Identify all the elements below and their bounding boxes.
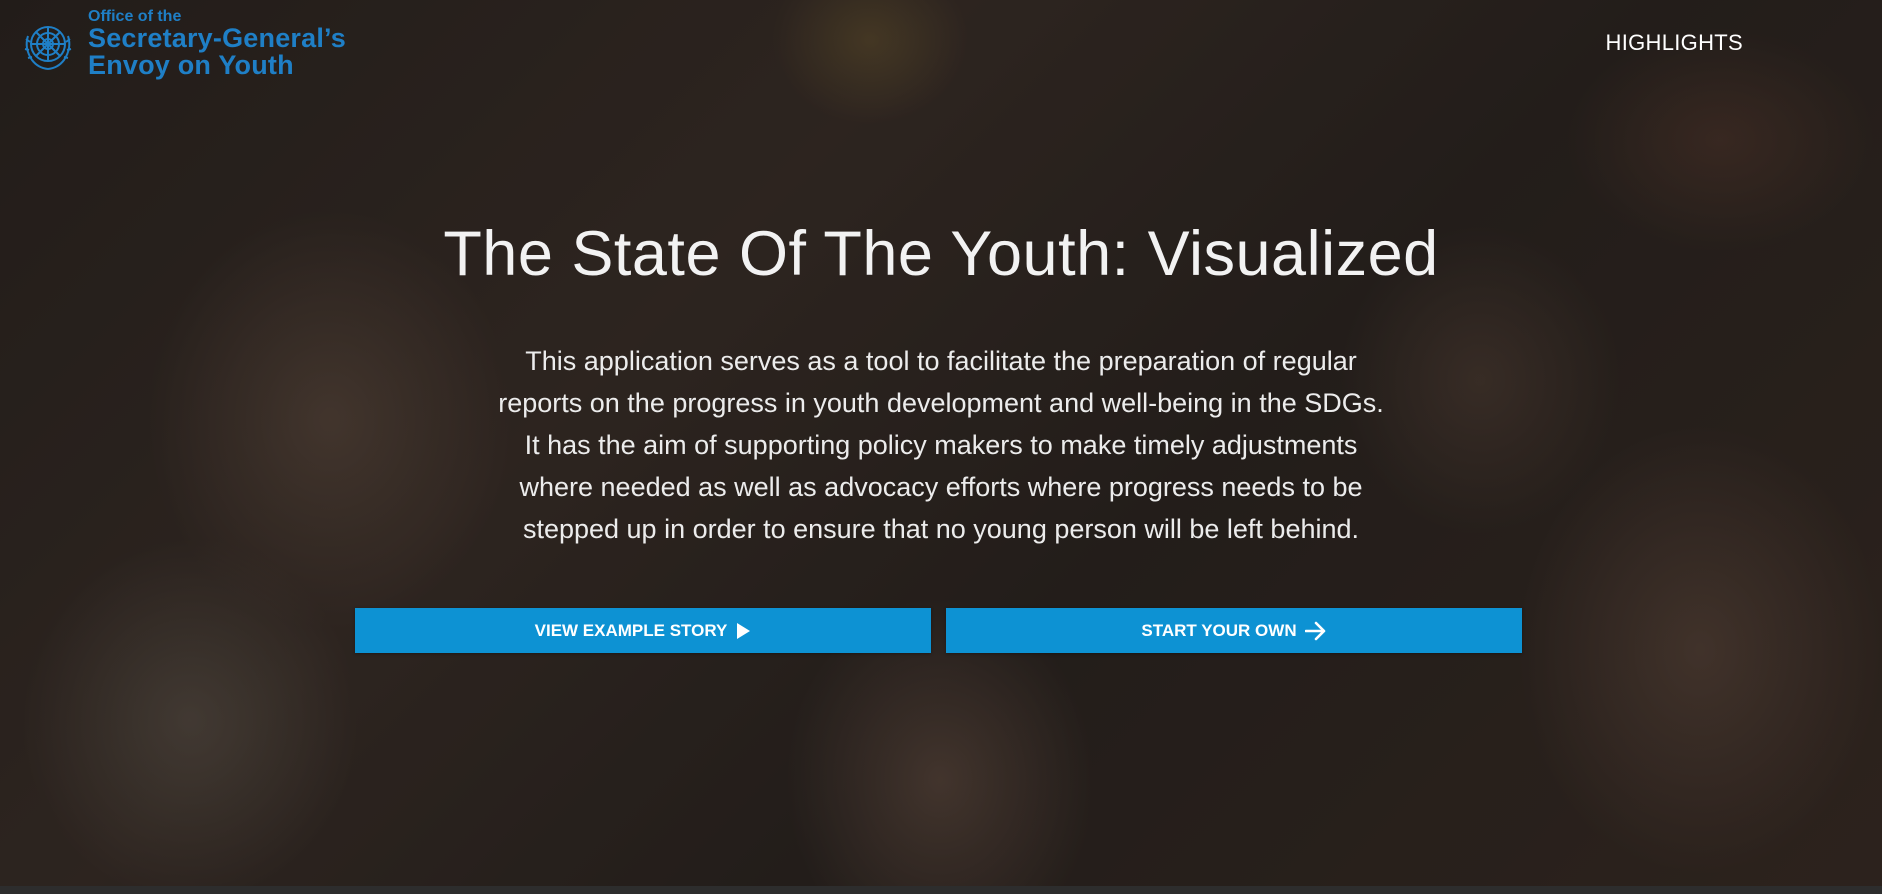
page-title: The State Of The Youth: Visualized xyxy=(443,219,1439,289)
site-logo[interactable]: Office of the Secretary-General’s Envoy … xyxy=(18,8,346,79)
start-your-own-button[interactable]: START YOUR OWN xyxy=(946,608,1522,653)
description-line: It has the aim of supporting policy make… xyxy=(524,430,1358,460)
un-emblem-icon xyxy=(24,25,72,70)
logo-line-secretary-general: Secretary-General’s xyxy=(88,23,346,53)
view-example-story-button[interactable]: VIEW EXAMPLE STORY xyxy=(355,608,931,653)
description-line: This application serves as a tool to fac… xyxy=(525,346,1357,376)
description-line: stepped up in order to ensure that no yo… xyxy=(522,514,1360,544)
play-icon xyxy=(737,622,751,639)
logo-line-envoy: Envoy on Youth xyxy=(88,50,294,80)
description-line: reports on the progress in youth develop… xyxy=(498,388,1384,418)
arrow-right-icon xyxy=(1304,621,1325,640)
bottom-bar xyxy=(0,886,1882,894)
intro-description: This application serves as a tool to fac… xyxy=(441,340,1441,550)
logo-text: Office of the Secretary-General’s Envoy … xyxy=(88,8,346,79)
start-your-own-label: START YOUR OWN xyxy=(1141,620,1297,640)
nav-highlights-link[interactable]: HIGHLIGHTS xyxy=(1606,30,1743,56)
view-example-story-label: VIEW EXAMPLE STORY xyxy=(534,620,728,640)
description-line: where needed as well as advocacy efforts… xyxy=(519,472,1363,502)
